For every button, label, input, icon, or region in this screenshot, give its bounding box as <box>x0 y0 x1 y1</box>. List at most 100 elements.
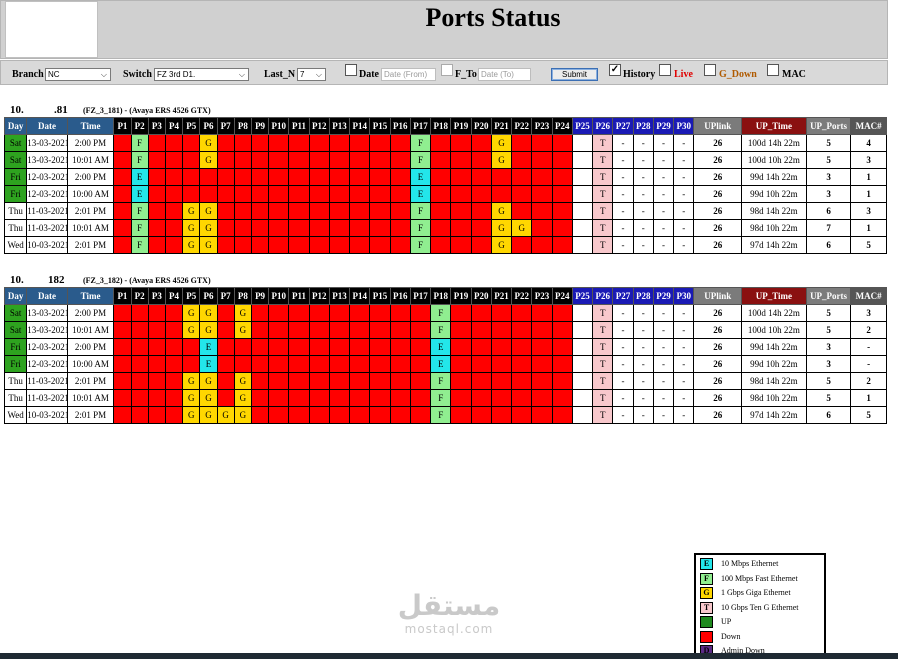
col-port-header: P15 <box>369 287 391 305</box>
port-cell <box>308 389 330 407</box>
uplink-cell: 26 <box>693 321 742 339</box>
date-checkbox[interactable] <box>345 64 357 76</box>
switch-caption-1: 10. .81 (FZ_3_181) - (Avaya ERS 4526 GTX… <box>10 104 211 116</box>
port-cell <box>571 219 594 237</box>
legend-swatch: T <box>700 601 713 614</box>
port-cell: - <box>632 304 654 322</box>
switch-ip-a: 10. <box>10 274 24 286</box>
port-cell <box>147 151 166 169</box>
port-cell <box>450 338 472 356</box>
col-port-header: P21 <box>490 287 513 305</box>
port-cell <box>199 168 218 186</box>
port-cell <box>250 355 270 373</box>
port-cell <box>288 389 310 407</box>
port-cell <box>250 406 270 424</box>
port-cell: - <box>652 134 675 152</box>
day-cell: Fri <box>3 185 28 203</box>
mac-checkbox[interactable] <box>767 64 779 76</box>
page-header: Ports Status <box>0 0 888 59</box>
port-cell: - <box>673 202 695 220</box>
branch-select-value: NC <box>48 70 60 79</box>
port-cell: G <box>216 406 235 424</box>
time-cell: 2:00 PM <box>66 168 115 186</box>
uplink-cell: 26 <box>693 389 742 407</box>
port-cell: T <box>592 236 614 254</box>
legend-swatch: F <box>700 572 713 585</box>
port-cell <box>308 355 330 373</box>
col-port-header: P22 <box>511 287 533 305</box>
port-cell <box>409 338 432 356</box>
uptime-cell: 98d 10h 22m <box>741 389 807 407</box>
port-cell <box>268 219 290 237</box>
lastn-select[interactable]: 7 ⌵ <box>297 68 326 81</box>
col-port-header: P6 <box>199 117 218 135</box>
branch-label: Branch <box>12 69 44 80</box>
history-checkbox[interactable]: ✓ <box>609 64 621 76</box>
port-cell: - <box>632 219 654 237</box>
ports-table-2: Day Date Time P1 P2 P3 P4 P5 P6 P7 P8 P9 P10 P11 P12 P1… <box>3 287 887 424</box>
port-cell <box>113 219 132 237</box>
port-cell <box>389 168 411 186</box>
port-cell: - <box>612 168 634 186</box>
fto-checkbox[interactable] <box>441 64 453 76</box>
port-cell: G <box>233 304 252 322</box>
port-cell <box>328 185 351 203</box>
port-cell: G <box>490 219 513 237</box>
port-cell <box>551 372 573 390</box>
port-cell: - <box>673 389 695 407</box>
port-cell: E <box>430 355 452 373</box>
uptime-cell: 99d 10h 22m <box>741 355 807 373</box>
port-cell <box>288 406 310 424</box>
port-cell <box>164 236 184 254</box>
col-port-header: P17 <box>409 287 432 305</box>
day-cell: Sat <box>3 134 28 152</box>
col-port-header: P3 <box>147 117 166 135</box>
port-cell <box>571 185 594 203</box>
uptime-cell: 97d 14h 22m <box>741 406 807 424</box>
port-cell: - <box>652 372 675 390</box>
gdown-checkbox[interactable] <box>704 64 716 76</box>
filter-bar: Branch NC ⌵ Switch FZ 3rd D1. ⌵ Last_N 7… <box>0 60 888 85</box>
branch-select[interactable]: NC ⌵ <box>45 68 111 81</box>
table-row: Fri 12-03-2021 2:00 PM E E T - - - -26 99d 14h 22m… <box>3 338 887 356</box>
port-cell <box>490 168 513 186</box>
time-cell: 10:00 AM <box>66 185 115 203</box>
col-port-header: P5 <box>182 287 201 305</box>
col-port-header: P17 <box>409 117 432 135</box>
port-cell <box>369 338 391 356</box>
port-cell: G <box>199 134 218 152</box>
date-to-input[interactable]: Date (To) <box>478 68 531 81</box>
col-port-header: P12 <box>308 117 330 135</box>
col-uplink-header: UPlink <box>693 287 742 305</box>
port-cell <box>369 321 391 339</box>
mac-cell: 3 <box>850 202 887 220</box>
history-label: History <box>623 69 656 80</box>
col-port-header: P8 <box>233 117 252 135</box>
port-cell <box>288 236 310 254</box>
live-checkbox[interactable] <box>659 64 671 76</box>
switch-select[interactable]: FZ 3rd D1. ⌵ <box>154 68 249 81</box>
port-cell <box>409 321 432 339</box>
port-cell <box>490 389 513 407</box>
switch-desc: (FZ_3_181) - (Avaya ERS 4526 GTX) <box>83 106 211 115</box>
submit-button[interactable]: Submit <box>551 68 598 81</box>
port-cell <box>349 372 371 390</box>
port-cell: E <box>199 338 218 356</box>
port-cell <box>233 219 252 237</box>
upports-cell: 5 <box>805 389 852 407</box>
table-row: Sat 13-03-2021 2:00 PM F G F G T - - - -26 100d 14h … <box>3 134 887 152</box>
port-cell: F <box>430 372 452 390</box>
col-port-header: P29 <box>652 287 675 305</box>
date-cell: 11-03-2021 <box>26 372 68 390</box>
legend-swatch <box>700 616 713 628</box>
port-cell <box>328 355 351 373</box>
port-cell <box>369 406 391 424</box>
date-from-input[interactable]: Date (From) <box>381 68 436 81</box>
port-cell: - <box>673 372 695 390</box>
port-cell <box>349 219 371 237</box>
port-cell <box>113 202 132 220</box>
port-cell <box>531 236 553 254</box>
port-cell <box>233 168 252 186</box>
port-cell: T <box>592 134 614 152</box>
port-cell <box>216 185 235 203</box>
